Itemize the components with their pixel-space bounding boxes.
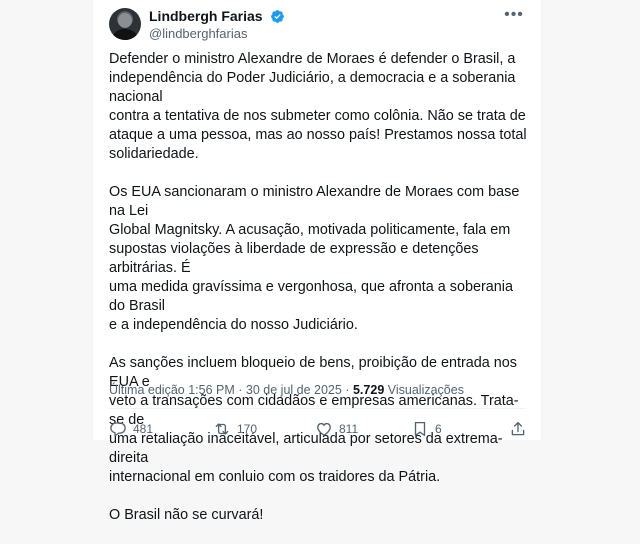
heart-icon — [317, 422, 331, 436]
post-paragraph: Defender o ministro Alexandre de Moraes … — [109, 51, 527, 162]
repost-count: 170 — [237, 422, 258, 436]
views-label: Visualizações — [387, 383, 464, 397]
author-display-name[interactable]: Lindbergh Farias — [149, 8, 263, 25]
author-handle[interactable]: @lindberghfarias — [149, 25, 285, 42]
post-card: Lindbergh Farias @lindberghfarias ••• De… — [92, 0, 542, 523]
views-count: 5.729 — [352, 383, 385, 397]
divider — [109, 408, 525, 409]
post-metadata: Última edição 1:56 PM · 30 de jul de 202… — [109, 383, 464, 397]
bookmark-count: 6 — [435, 422, 442, 436]
avatar-head-shape — [118, 13, 132, 28]
share-button[interactable] — [509, 418, 533, 440]
reply-icon — [110, 422, 126, 437]
bookmark-button[interactable]: 6 — [411, 418, 442, 440]
more-options-icon[interactable]: ••• — [503, 7, 525, 28]
meta-separator: · — [238, 383, 243, 397]
post-header: Lindbergh Farias @lindberghfarias ••• — [109, 7, 525, 44]
action-bar: 481 170 811 6 — [109, 418, 529, 440]
meta-separator: · — [345, 383, 350, 397]
reply-count: 481 — [133, 422, 154, 436]
reply-button[interactable]: 481 — [109, 418, 153, 440]
post-paragraph: O Brasil não se curvará! — [109, 507, 264, 523]
edit-label[interactable]: Última edição — [109, 383, 185, 397]
verified-badge-icon — [270, 9, 285, 24]
avatar[interactable] — [109, 8, 141, 40]
author-names: Lindbergh Farias @lindberghfarias — [149, 8, 285, 42]
post-time[interactable]: 1:56 PM — [188, 383, 235, 397]
post-text: Defender o ministro Alexandre de Moraes … — [109, 50, 527, 544]
repost-button[interactable]: 170 — [213, 418, 257, 440]
post-paragraph: Os EUA sancionaram o ministro Alexandre … — [109, 184, 520, 333]
repost-icon — [215, 423, 229, 435]
avatar-body-shape — [113, 29, 137, 40]
post-date[interactable]: 30 de jul de 2025 — [246, 383, 342, 397]
like-button[interactable]: 811 — [315, 418, 358, 440]
bookmark-icon — [414, 421, 426, 437]
share-icon — [511, 421, 525, 436]
like-count: 811 — [339, 422, 359, 436]
